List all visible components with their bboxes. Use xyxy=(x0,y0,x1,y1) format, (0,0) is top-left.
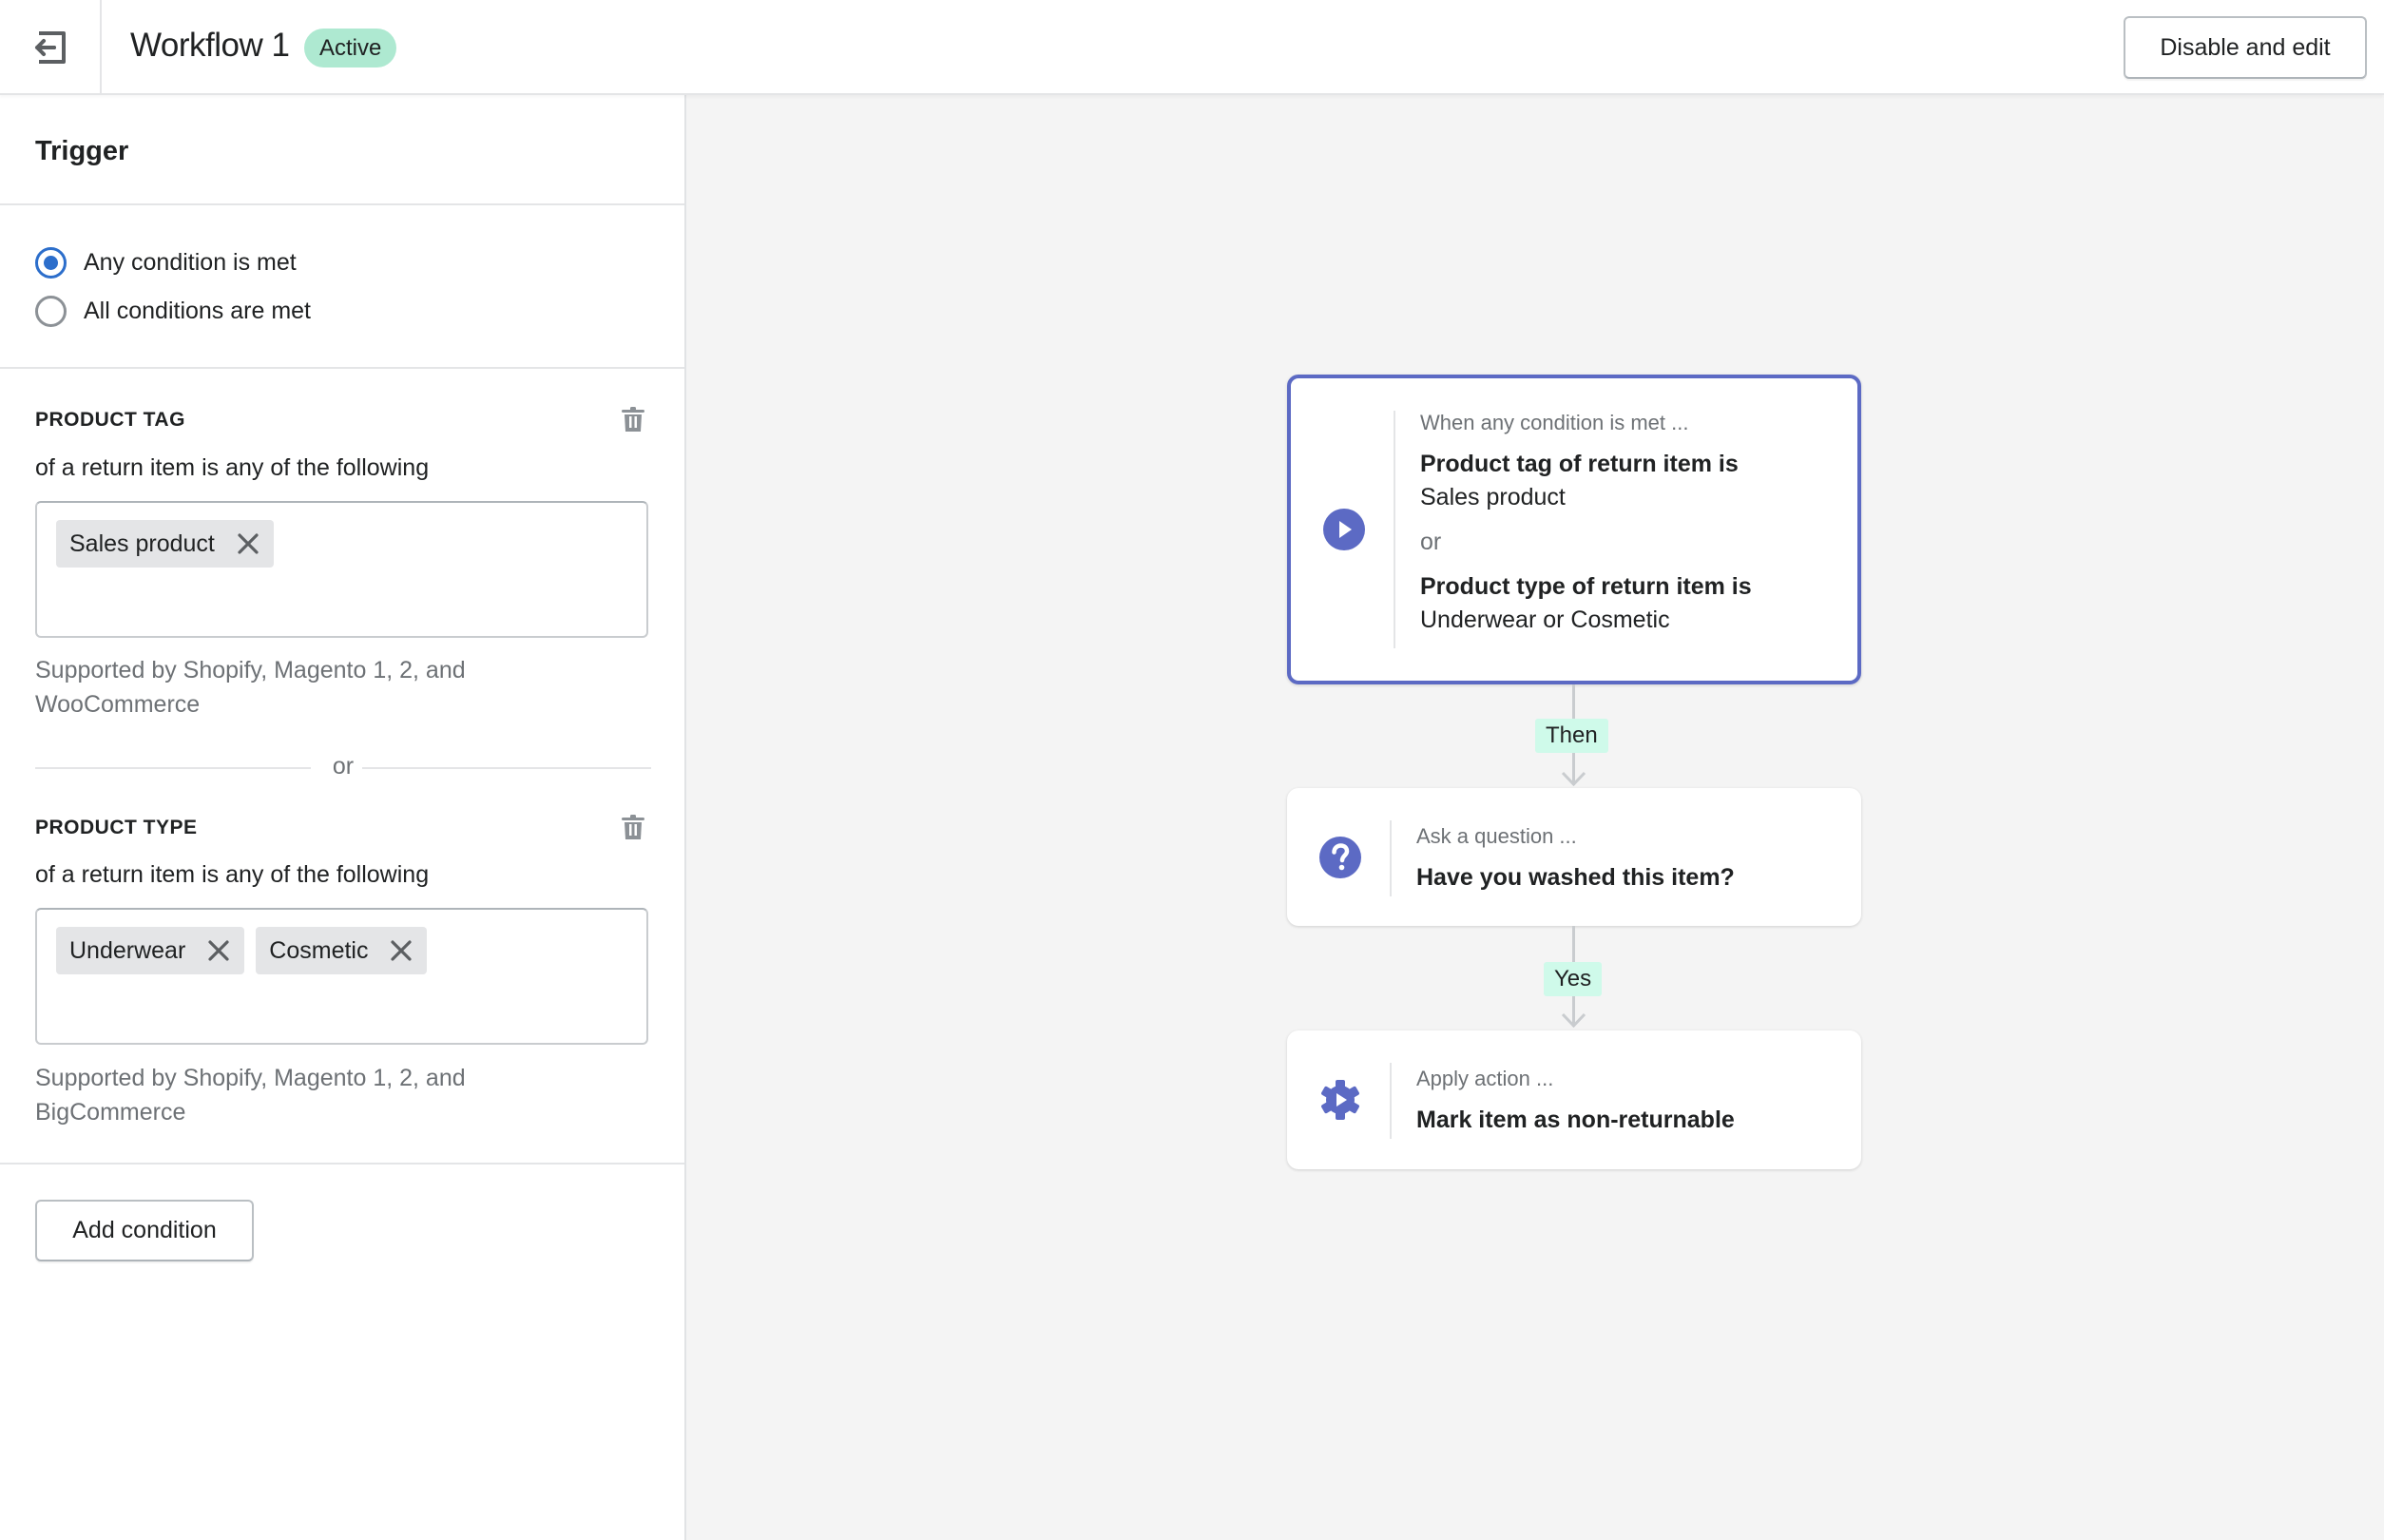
product-tag-input[interactable]: Sales product xyxy=(35,501,648,638)
question-card-content: Ask a question ... Have you washed this … xyxy=(1416,824,1842,892)
card-kicker: Ask a question ... xyxy=(1416,824,1577,848)
exit-button[interactable] xyxy=(0,0,102,95)
helper-text: Supported by Shopify, Magento 1, 2, and … xyxy=(35,1065,466,1126)
condition-separator: or xyxy=(1420,529,1442,555)
condition-value: Sales product xyxy=(1420,484,1566,510)
edge-label-yes: Yes xyxy=(1544,962,1603,996)
radio-label: Any condition is met xyxy=(84,249,297,276)
radio-button[interactable] xyxy=(35,296,67,327)
tag-chip: Cosmetic xyxy=(256,927,428,974)
trash-icon[interactable] xyxy=(618,404,648,434)
play-circle-icon xyxy=(1323,509,1365,550)
radio-all-conditions[interactable]: All conditions are met xyxy=(35,296,311,327)
condition-label: PRODUCT TAG xyxy=(35,409,185,431)
radio-button[interactable] xyxy=(35,247,67,279)
remove-tag-icon[interactable] xyxy=(389,938,413,963)
remove-tag-icon[interactable] xyxy=(236,531,260,556)
card-divider xyxy=(1394,411,1395,648)
or-divider: or xyxy=(35,753,651,781)
condition-title: Product tag of return item is xyxy=(1420,451,1739,477)
product-type-input[interactable]: Underwear Cosmetic xyxy=(35,908,648,1045)
card-divider xyxy=(1390,820,1392,896)
panel-title: Trigger xyxy=(35,136,129,166)
helper-text: Supported by Shopify, Magento 1, 2, and … xyxy=(35,657,466,718)
action-card[interactable]: Apply action ... Mark item as non-return… xyxy=(1287,1030,1861,1169)
question-card[interactable]: Ask a question ... Have you washed this … xyxy=(1287,788,1861,926)
disable-and-edit-button[interactable]: Disable and edit xyxy=(2124,16,2367,79)
workflow-title: Workflow 1 xyxy=(130,27,290,64)
exit-arrow-left-icon xyxy=(34,31,66,64)
divider xyxy=(0,1163,684,1165)
divider xyxy=(0,367,684,369)
tag-label: Sales product xyxy=(69,529,215,557)
condition-subtitle: of a return item is any of the following xyxy=(35,861,430,888)
add-condition-button[interactable]: Add condition xyxy=(35,1200,254,1261)
status-badge: Active xyxy=(304,29,397,67)
card-kicker: When any condition is met ... xyxy=(1420,411,1689,434)
tag-label: Cosmetic xyxy=(269,936,369,964)
radio-any-condition[interactable]: Any condition is met xyxy=(35,247,297,279)
trigger-card-content: When any condition is met ... Product ta… xyxy=(1420,411,1838,634)
card-divider xyxy=(1390,1063,1392,1139)
top-bar: Workflow 1 Active Disable and edit xyxy=(0,0,2384,95)
condition-label: PRODUCT TYPE xyxy=(35,817,198,838)
action-text: Mark item as non-returnable xyxy=(1416,1107,1735,1133)
question-text: Have you washed this item? xyxy=(1416,864,1735,891)
tag-chip: Sales product xyxy=(56,520,274,568)
gear-play-icon xyxy=(1321,1080,1359,1120)
card-kicker: Apply action ... xyxy=(1416,1067,1554,1090)
divider xyxy=(0,203,684,205)
trash-icon[interactable] xyxy=(618,812,648,842)
tag-label: Underwear xyxy=(69,936,186,964)
trigger-panel: Trigger Any condition is met All conditi… xyxy=(0,95,686,1540)
condition-title: Product type of return item is xyxy=(1420,573,1752,600)
condition-subtitle: of a return item is any of the following xyxy=(35,454,430,481)
action-card-content: Apply action ... Mark item as non-return… xyxy=(1416,1067,1842,1134)
question-circle-icon xyxy=(1319,837,1361,878)
radio-label: All conditions are met xyxy=(84,298,312,324)
arrow-down-icon xyxy=(1561,1012,1586,1028)
remove-tag-icon[interactable] xyxy=(206,938,231,963)
condition-value: Underwear or Cosmetic xyxy=(1420,606,1670,633)
trigger-card[interactable]: When any condition is met ... Product ta… xyxy=(1287,375,1861,684)
tag-chip: Underwear xyxy=(56,927,245,974)
arrow-down-icon xyxy=(1561,771,1586,786)
edge-label-then: Then xyxy=(1535,719,1608,753)
